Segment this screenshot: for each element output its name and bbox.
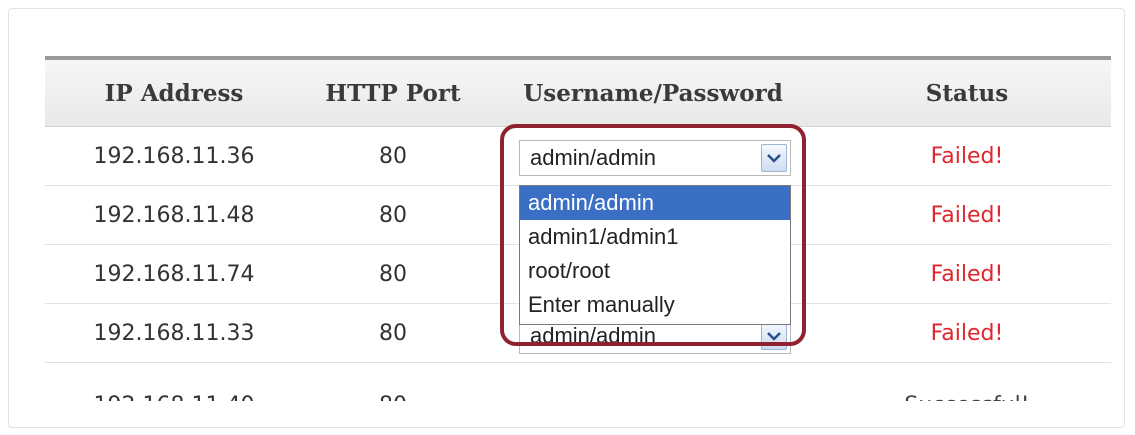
status-cell: Failed! — [930, 320, 1004, 346]
http-port-cell: 80 — [303, 363, 483, 401]
ip-address-cell: 192.168.11.36 — [93, 143, 255, 169]
credential-select-value: admin/admin — [530, 145, 656, 170]
status-cell: Failed! — [930, 143, 1004, 169]
status-cell: Successful! — [823, 363, 1111, 401]
table-header: IP Address HTTP Port Username/Password S… — [45, 60, 1111, 127]
device-table: IP Address HTTP Port Username/Password S… — [45, 56, 1111, 401]
column-header-http-port: HTTP Port — [325, 79, 461, 107]
http-port-cell: 80 — [379, 261, 407, 287]
status-cell: Failed! — [930, 261, 1004, 287]
ip-address-cell: 192.168.11.74 — [93, 261, 255, 287]
credential-select[interactable]: admin/admin — [519, 140, 791, 176]
column-header-status: Status — [925, 79, 1009, 107]
credential-option[interactable]: Enter manually — [520, 288, 790, 322]
credential-select-value: admin/admin — [530, 323, 656, 348]
chevron-down-icon[interactable] — [761, 322, 787, 350]
http-port-cell: 80 — [379, 143, 407, 169]
credential-options-list: admin/admin admin1/admin1 root/root Ente… — [519, 185, 791, 325]
ip-address-cell: 192.168.11.33 — [93, 320, 255, 346]
credential-option[interactable]: root/root — [520, 254, 790, 288]
ip-address-cell: 192.168.11.48 — [93, 202, 255, 228]
status-cell: Failed! — [930, 202, 1004, 228]
ip-address-cell: 192.168.11.40 — [45, 363, 303, 401]
column-header-ip-address: IP Address — [104, 79, 244, 107]
table-row: 192.168.11.40 80 Successful! — [45, 363, 1111, 401]
chevron-down-icon[interactable] — [761, 144, 787, 172]
http-port-cell: 80 — [379, 202, 407, 228]
column-header-username-password: Username/Password — [523, 79, 783, 107]
credential-option[interactable]: admin/admin — [520, 186, 790, 220]
discovery-panel: IP Address HTTP Port Username/Password S… — [8, 8, 1125, 428]
credential-option[interactable]: admin1/admin1 — [520, 220, 790, 254]
http-port-cell: 80 — [379, 320, 407, 346]
